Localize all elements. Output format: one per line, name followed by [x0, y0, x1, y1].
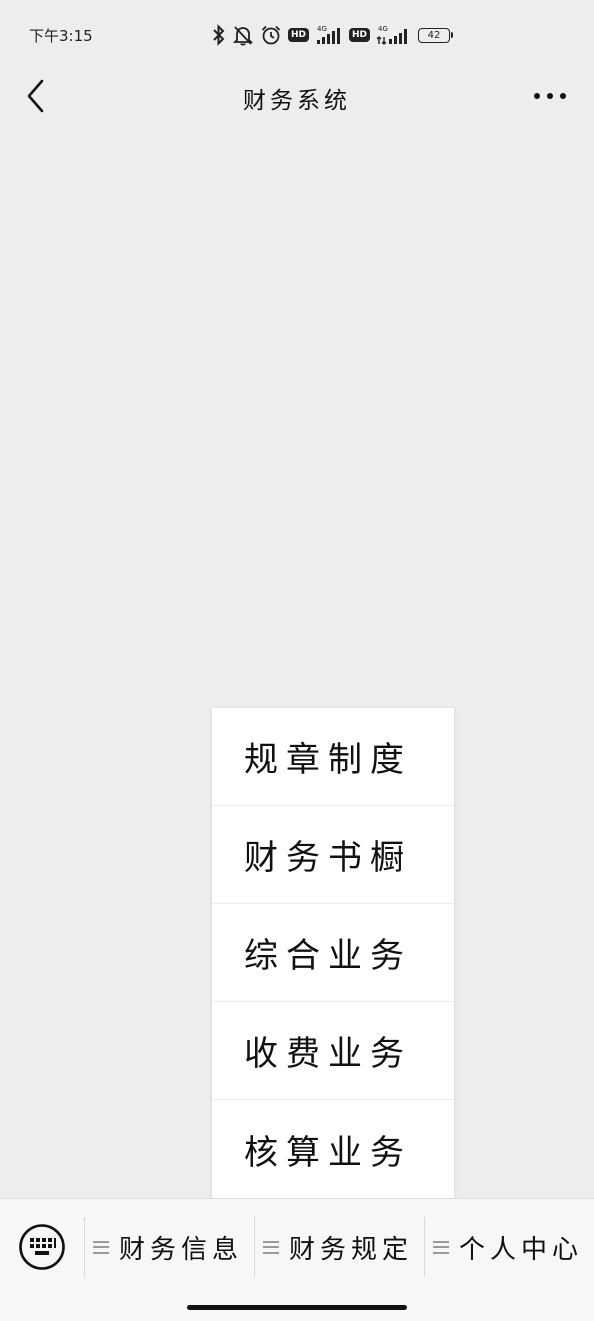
bottom-divider — [84, 1217, 85, 1277]
tab-finance-info[interactable]: 财务信息 — [93, 1217, 243, 1277]
menu-lines-icon — [433, 1240, 449, 1254]
menu-item-accounting-business[interactable]: 核算业务 — [212, 1100, 454, 1198]
status-bar: 下午3:15 HD 4G HD 4G 42 — [0, 0, 594, 64]
signal-1-icon: 4G — [315, 24, 343, 46]
keyboard-icon — [19, 1224, 65, 1270]
bottom-divider — [254, 1217, 255, 1277]
more-options-button[interactable] — [526, 76, 574, 116]
menu-item-finance-bookcase[interactable]: 财务书橱 — [212, 806, 454, 904]
menu-item-general-business[interactable]: 综合业务 — [212, 904, 454, 1002]
page-title: 财务系统 — [243, 88, 351, 114]
hd-badge-2: HD — [349, 28, 371, 42]
tab-personal-center[interactable]: 个人中心 — [433, 1217, 583, 1277]
battery-indicator: 42 — [418, 27, 454, 43]
home-indicator[interactable] — [187, 1305, 407, 1310]
tab-label: 财务规定 — [289, 1234, 414, 1265]
bottom-divider — [424, 1217, 425, 1277]
bottom-menu-bar: 财务信息 财务规定 个人中心 — [0, 1198, 594, 1321]
network-2-label: 4G — [378, 25, 388, 33]
network-1-label: 4G — [317, 25, 327, 33]
tab-finance-rules[interactable]: 财务规定 — [263, 1217, 413, 1277]
signal-2-icon: 4G — [376, 24, 412, 46]
popup-submenu: 规章制度 财务书橱 综合业务 收费业务 核算业务 — [212, 708, 454, 1198]
menu-item-regulations[interactable]: 规章制度 — [212, 708, 454, 806]
status-icons: HD 4G HD 4G 42 — [212, 22, 454, 48]
tab-label: 个人中心 — [459, 1234, 584, 1265]
more-dots-icon — [534, 93, 566, 99]
menu-lines-icon — [93, 1240, 109, 1254]
navigation-bar: 财务系统 — [0, 64, 594, 128]
keyboard-toggle-button[interactable] — [16, 1221, 68, 1273]
alarm-icon — [260, 24, 282, 46]
tab-label: 财务信息 — [119, 1234, 244, 1265]
bell-muted-icon — [232, 24, 254, 46]
bluetooth-icon — [212, 24, 226, 46]
status-time: 下午3:15 — [29, 27, 93, 45]
menu-lines-icon — [263, 1240, 279, 1254]
hd-badge: HD — [288, 28, 310, 42]
menu-item-fee-business[interactable]: 收费业务 — [212, 1002, 454, 1100]
